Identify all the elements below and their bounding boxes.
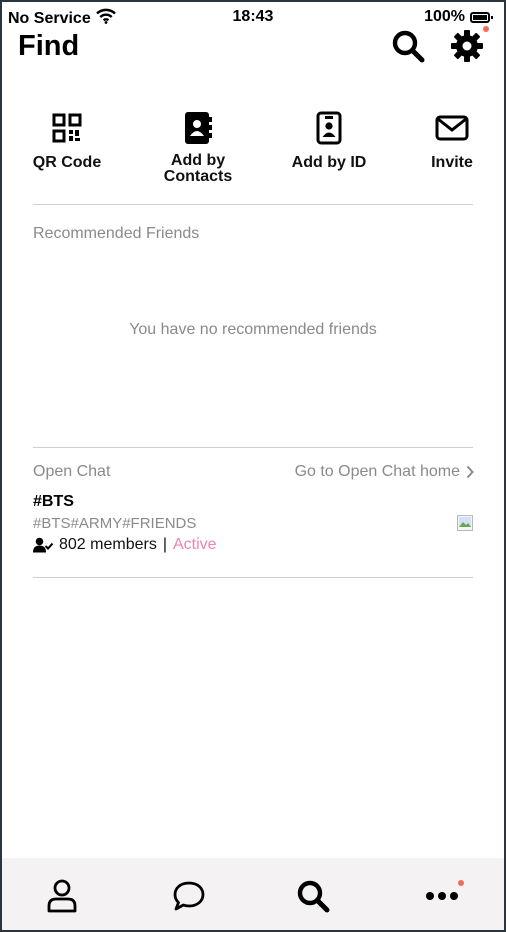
status-right: 100% <box>424 8 493 26</box>
open-chat-room-name[interactable]: #BTS <box>33 493 74 511</box>
search-icon <box>297 880 330 913</box>
recommended-friends-title: Recommended Friends <box>33 225 200 242</box>
person-icon <box>47 879 77 913</box>
open-chat-title: Open Chat <box>33 463 111 480</box>
divider <box>33 577 473 578</box>
id-card-icon <box>316 111 342 145</box>
open-chat-room-tags: #BTS#ARMY#FRIENDS <box>33 515 197 532</box>
search-button[interactable] <box>390 28 426 64</box>
divider <box>33 447 473 448</box>
status-bar: No Service 18:43 100% <box>2 2 504 32</box>
open-chat-home-link[interactable]: Go to Open Chat home <box>295 463 474 481</box>
qr-code-icon <box>52 113 82 143</box>
qr-code-label: QR Code <box>32 154 102 171</box>
invite-label: Invite <box>431 154 473 171</box>
add-by-id-button[interactable]: Add by ID <box>286 110 372 171</box>
envelope-icon <box>435 115 469 141</box>
add-friend-actions: QR Code Add by Contacts Add by ID Invite <box>2 110 504 190</box>
qr-code-button[interactable]: QR Code <box>32 110 102 171</box>
more-dots-icon <box>426 892 458 900</box>
open-chat-thumbnail[interactable] <box>457 515 473 531</box>
tab-find[interactable] <box>293 876 333 916</box>
add-by-contacts-button[interactable]: Add by Contacts <box>156 110 240 185</box>
tab-more[interactable] <box>422 876 464 916</box>
chat-bubble-icon <box>173 881 205 911</box>
no-recommended-message: You have no recommended friends <box>129 321 377 338</box>
bottom-tab-bar <box>2 858 504 930</box>
add-by-contacts-label: Add by Contacts <box>163 152 233 185</box>
settings-icon <box>451 30 483 62</box>
chevron-right-icon <box>466 465 474 479</box>
search-icon <box>392 30 425 63</box>
meta-separator: | <box>162 536 167 553</box>
invite-button[interactable]: Invite <box>424 110 480 171</box>
settings-notification-dot <box>483 26 489 32</box>
tab-chats[interactable] <box>169 876 209 916</box>
more-notification-dot <box>458 880 464 886</box>
open-chat-home-label: Go to Open Chat home <box>294 463 460 480</box>
page-title: Find <box>18 30 80 62</box>
battery-fill <box>473 14 487 20</box>
tab-friends[interactable] <box>42 876 82 916</box>
members-icon <box>33 537 53 553</box>
room-status: Active <box>172 536 217 553</box>
members-count: 802 members <box>59 536 157 553</box>
add-by-id-label: Add by ID <box>291 154 367 171</box>
phone-screen: No Service 18:43 100% Find QR Code Add b… <box>2 2 504 930</box>
battery-percent: 100% <box>424 8 465 25</box>
contacts-book-icon <box>185 112 212 144</box>
battery-icon <box>470 11 493 23</box>
broken-image-icon <box>457 515 473 531</box>
divider <box>33 204 473 205</box>
open-chat-room-meta: 802 members | Active <box>33 536 217 554</box>
settings-button[interactable] <box>449 26 489 64</box>
